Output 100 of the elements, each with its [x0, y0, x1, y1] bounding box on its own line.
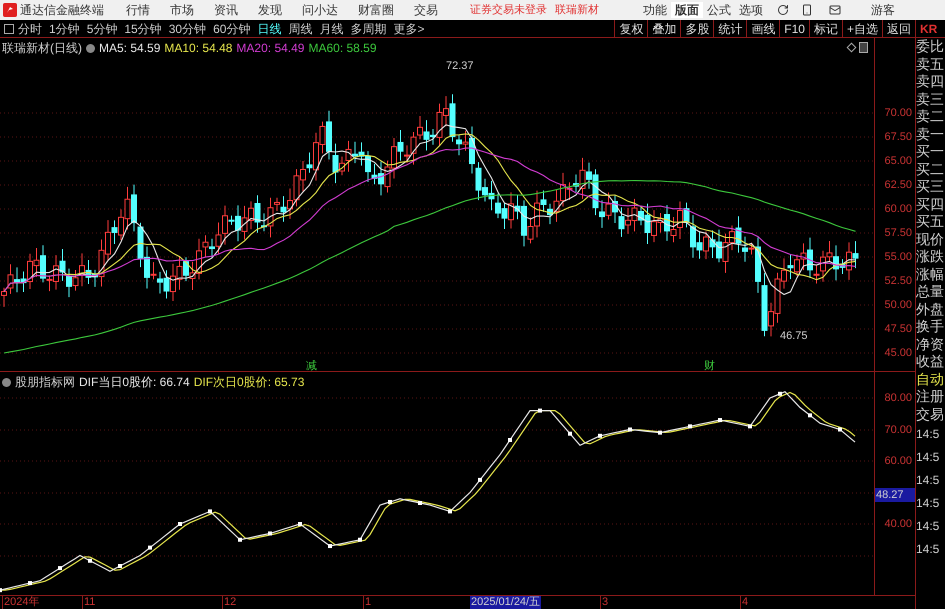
- price-axis-label: 70.00: [884, 107, 912, 119]
- period-tab[interactable]: 5分钟: [86, 20, 118, 38]
- quote-label: 外盘: [916, 300, 945, 318]
- period-tab[interactable]: 30分钟: [168, 20, 206, 38]
- price-axis-label: 45.00: [884, 347, 912, 359]
- indicator-axis-label: 80.00: [884, 392, 912, 404]
- trade-time: 14:5: [916, 472, 940, 489]
- ma-label: MA20: 54.49: [236, 40, 304, 57]
- toolbar-button[interactable]: F10: [779, 20, 809, 38]
- toolbar-button[interactable]: 标记: [808, 20, 842, 38]
- trade-time: 14:5: [916, 495, 940, 512]
- toolbar-button[interactable]: 多股: [680, 20, 714, 38]
- quote-label: 买五: [916, 213, 945, 230]
- period-tab[interactable]: 1分钟: [49, 20, 80, 38]
- quote-label: 卖二: [916, 108, 945, 126]
- panel-toggle-icon[interactable]: [4, 24, 14, 34]
- price-axis-label: 55.00: [884, 251, 912, 263]
- period-tab[interactable]: 周线: [288, 20, 312, 38]
- toolbar-button[interactable]: 复权: [614, 20, 648, 38]
- event-marker[interactable]: 财: [704, 358, 715, 374]
- price-axis-label: 65.00: [884, 155, 912, 167]
- menu-item[interactable]: 交易: [414, 2, 438, 18]
- menu-item[interactable]: 发现: [258, 2, 282, 18]
- ma-label: MA60: 58.59: [308, 40, 377, 57]
- menu-item[interactable]: 行情: [126, 2, 150, 18]
- refresh-icon[interactable]: [777, 4, 789, 16]
- menu-item[interactable]: 财富圈: [358, 2, 394, 18]
- date-axis-label: 1: [363, 596, 372, 609]
- price-axis-label: 47.50: [884, 323, 912, 335]
- quote-label: 买二: [916, 160, 945, 178]
- quote-label: 买三: [916, 178, 945, 196]
- quote-label: 卖四: [916, 73, 945, 90]
- toolbar-button[interactable]: 画线: [746, 20, 780, 38]
- indicator-axis-label: 40.00: [884, 518, 912, 530]
- indicator-label: DIF次日0股价: 65.73: [194, 374, 304, 391]
- menu-item[interactable]: 选项: [735, 2, 767, 18]
- menu-item[interactable]: 功能: [639, 2, 671, 18]
- quote-label: 收益: [916, 353, 945, 370]
- quote-label: 注册: [916, 388, 945, 406]
- toolbar-button[interactable]: 返回: [882, 20, 915, 38]
- toolbar-button[interactable]: +自选: [842, 20, 882, 38]
- trade-time: 14:5: [916, 426, 940, 443]
- price-axis-label: 50.00: [884, 299, 912, 311]
- event-marker[interactable]: 减: [306, 358, 317, 374]
- quote-label: 涨幅: [916, 266, 945, 283]
- quote-label: 交易: [916, 406, 945, 423]
- date-axis-label: 2024年: [2, 596, 40, 609]
- quote-label: 买四: [916, 196, 945, 213]
- user-name[interactable]: 游客: [871, 2, 895, 18]
- period-tab[interactable]: 月线: [319, 20, 344, 38]
- menu-item[interactable]: 市场: [170, 2, 194, 18]
- price-axis-label: 67.50: [884, 131, 912, 143]
- quote-label: 现价: [916, 230, 945, 248]
- notice-text: 联瑞新材: [555, 2, 599, 18]
- date-axis-label: 11: [82, 596, 96, 609]
- trade-time: 14:5: [916, 541, 940, 558]
- quote-label: 自动: [916, 370, 945, 388]
- period-tab[interactable]: 15分钟: [124, 20, 162, 38]
- quote-label: 总量: [916, 283, 945, 300]
- menu-item[interactable]: 版面: [671, 2, 703, 18]
- panel-toggle-icon[interactable]: [859, 42, 868, 53]
- quote-label: 涨跌: [916, 248, 945, 266]
- period-tab[interactable]: 60分钟: [213, 20, 250, 38]
- cursor-date-label: 2025/01/24/五: [470, 596, 542, 609]
- price-axis-label: 57.50: [884, 227, 912, 239]
- menu-item[interactable]: 公式: [703, 2, 735, 18]
- date-axis-label: 4: [740, 596, 748, 609]
- price-axis-label: 62.50: [884, 179, 912, 191]
- price-axis-label: 52.50: [884, 275, 912, 287]
- date-axis-label: 3: [600, 596, 608, 609]
- cursor-value-label: 48.27: [875, 488, 915, 502]
- quote-label: 卖一: [916, 126, 945, 143]
- toolbar-button[interactable]: 叠加: [647, 20, 680, 38]
- period-tab[interactable]: 分时: [18, 20, 42, 38]
- indicator-axis-label: 70.00: [884, 424, 912, 436]
- quote-label: 换手: [916, 318, 945, 336]
- quote-label: 委比: [916, 38, 945, 56]
- menu-item[interactable]: 资讯: [214, 2, 238, 18]
- high-price-label: 72.37: [446, 59, 474, 74]
- toolbar-button[interactable]: 统计: [713, 20, 746, 38]
- ma-label: MA5: 54.59: [99, 40, 160, 57]
- app-title: 通达信金融终端: [20, 2, 104, 18]
- indicator-title: 股朋指标网: [15, 374, 75, 391]
- quote-label: 净资: [916, 336, 945, 353]
- period-tab[interactable]: 多周期: [350, 20, 386, 38]
- low-price-label: 46.75: [780, 329, 808, 344]
- date-axis-label: 12: [222, 596, 236, 609]
- notice-text: 证券交易未登录: [470, 2, 547, 18]
- chart-title: 联瑞新材(日线): [2, 40, 82, 57]
- menu-item[interactable]: 问小达: [302, 2, 338, 18]
- stock-code: KR: [915, 20, 945, 38]
- phone-icon[interactable]: [801, 4, 813, 16]
- mail-icon[interactable]: [829, 4, 841, 16]
- period-tab[interactable]: 日线: [257, 20, 282, 38]
- quote-label: 买一: [916, 143, 945, 160]
- trade-time: 14:5: [916, 518, 940, 535]
- quote-label: 卖五: [916, 56, 945, 73]
- indicator-label: DIF当日0股价: 66.74: [79, 374, 190, 391]
- period-tab[interactable]: 更多>: [393, 20, 424, 38]
- app-logo-icon: [3, 3, 17, 17]
